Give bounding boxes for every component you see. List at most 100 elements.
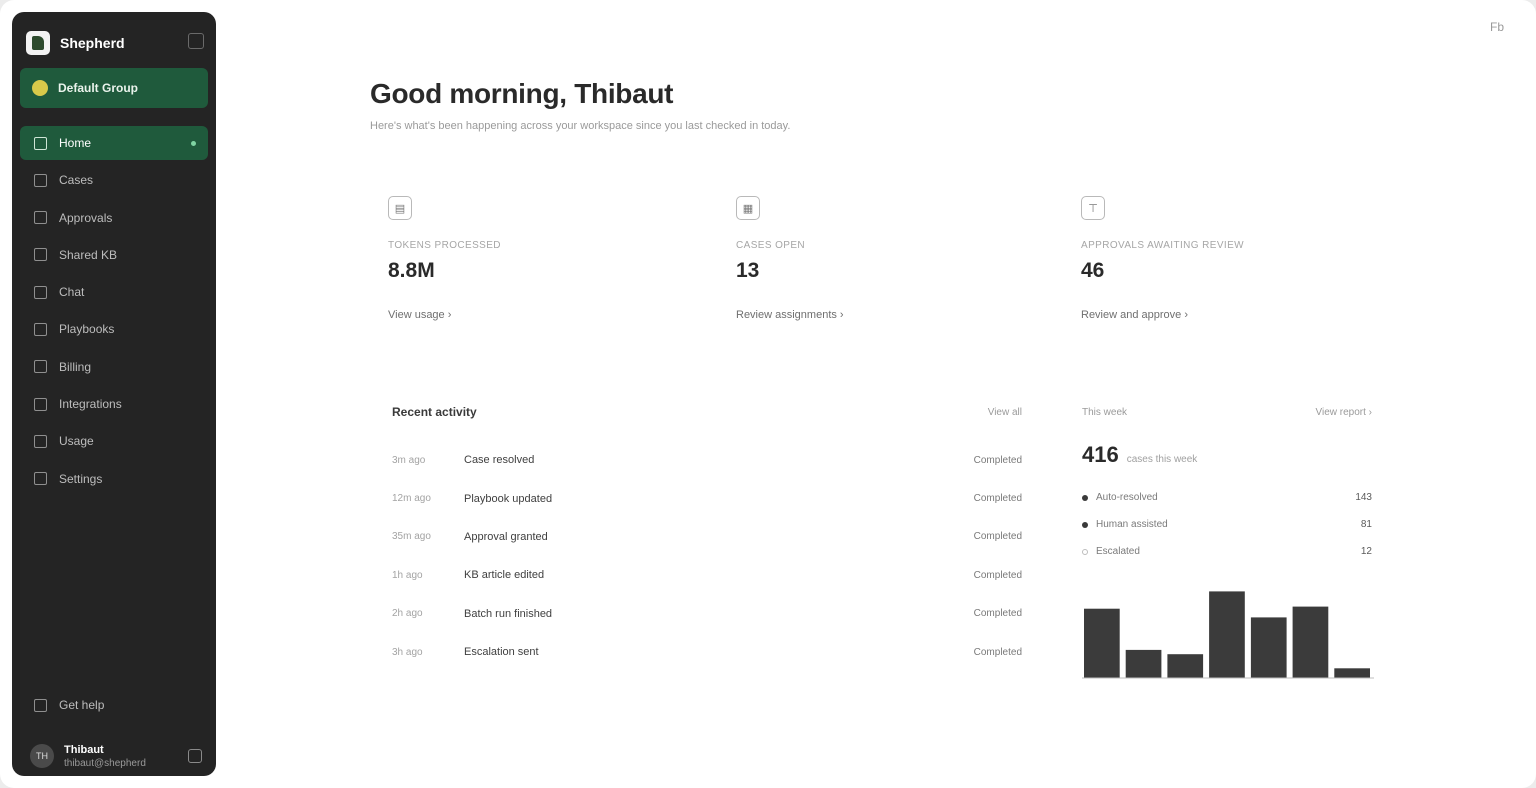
sidebar-item-label: Playbooks — [59, 322, 115, 337]
user-name: Thibaut — [64, 743, 104, 756]
activity-list: 3m ago Case resolved Completed 12m ago P… — [392, 441, 1022, 671]
usage-icon — [34, 434, 47, 448]
legend-label: Auto-resolved — [1096, 492, 1158, 503]
active-indicator — [191, 140, 196, 146]
status-badge: Completed — [973, 646, 1022, 658]
book-icon — [34, 248, 47, 262]
weekly-summary-panel: This week View report › 416 cases this w… — [1082, 402, 1372, 565]
legend-label: Escalated — [1096, 546, 1140, 557]
activity-name: Escalation sent — [464, 646, 539, 659]
status-badge: Completed — [973, 608, 1022, 620]
stat-label: Approvals awaiting review — [1081, 240, 1244, 251]
org-name: Default Group — [58, 81, 138, 95]
activity-name: Approval granted — [464, 530, 548, 543]
billing-icon — [34, 360, 47, 374]
org-switcher[interactable]: Default Group — [20, 68, 208, 108]
activity-time: 12m ago — [392, 493, 431, 505]
legend-dot-icon — [1082, 494, 1088, 501]
corner-action-button[interactable]: Fb — [1490, 20, 1504, 34]
sidebar-item-label: Shared KB — [59, 247, 118, 262]
sidebar-item-settings[interactable]: Settings — [20, 462, 208, 496]
sidebar-item-label: Cases — [59, 173, 94, 188]
legend-dot-icon — [1082, 548, 1088, 555]
user-profile[interactable]: TH Thibaut thibaut@shepherd — [30, 738, 202, 774]
help-link[interactable]: Get help — [34, 698, 104, 712]
avatar: TH — [30, 744, 54, 768]
stat-value: 13 — [736, 259, 760, 282]
stat-card-cases: ▦ Cases open 13 Review assignments › — [736, 196, 1036, 321]
chat-icon — [34, 285, 47, 299]
legend-count: 143 — [1355, 492, 1372, 503]
chart-bar-5 — [1250, 617, 1287, 678]
playbook-icon — [34, 322, 47, 336]
page-subtitle: Here's what's been happening across your… — [370, 120, 791, 132]
sidebar-nav: Home Cases Approvals Shared KB Chat Play… — [20, 126, 208, 499]
stat-card-approvals: ⊤ Approvals awaiting review 46 Review an… — [1081, 196, 1381, 321]
sidebar-item-label: Approvals — [59, 210, 113, 225]
activity-time: 2h ago — [392, 608, 423, 620]
list-item[interactable]: 3m ago Case resolved Completed — [392, 441, 1022, 479]
user-menu-icon[interactable] — [188, 749, 202, 763]
chart-bar-7 — [1334, 668, 1370, 678]
stat-label: Cases open — [736, 240, 806, 251]
sidebar-item-label: Integrations — [59, 397, 122, 412]
list-item[interactable]: 3h ago Escalation sent Completed — [392, 633, 1022, 671]
list-item[interactable]: 1h ago KB article edited Completed — [392, 556, 1022, 594]
stat-value: 46 — [1081, 259, 1105, 282]
home-icon — [34, 136, 47, 150]
panel-caption: cases this week — [1126, 454, 1198, 465]
stat-link[interactable]: Review and approve › — [1081, 309, 1381, 321]
panel-title: This week — [1082, 406, 1128, 418]
sidebar: Shepherd Default Group Home Cases Approv… — [12, 12, 216, 776]
user-info: Thibaut thibaut@shepherd — [64, 744, 146, 769]
sidebar-item-usage[interactable]: Usage — [20, 424, 208, 458]
status-badge: Completed — [973, 493, 1022, 505]
list-item[interactable]: 12m ago Playbook updated Completed — [392, 479, 1022, 517]
integrations-icon — [34, 397, 47, 411]
help-label: Get help — [59, 698, 105, 712]
legend-label: Human assisted — [1096, 519, 1168, 530]
collapse-sidebar-icon[interactable] — [188, 33, 204, 49]
recent-activity: Recent activity View all 3m ago Case res… — [392, 402, 1022, 671]
list-item[interactable]: 35m ago Approval granted Completed — [392, 518, 1022, 556]
weekly-bar-chart — [1082, 591, 1374, 679]
activity-header: Recent activity View all — [392, 402, 1022, 422]
activity-view-all-link[interactable]: View all — [988, 407, 1022, 418]
status-badge: Completed — [973, 531, 1022, 543]
legend-item: Escalated 12 — [1082, 538, 1372, 565]
sidebar-item-billing[interactable]: Billing — [20, 350, 208, 384]
gear-icon — [34, 472, 47, 486]
sidebar-item-playbooks[interactable]: Playbooks — [20, 312, 208, 346]
sidebar-item-label: Home — [59, 136, 92, 150]
user-email: thibaut@shepherd — [64, 757, 146, 769]
sidebar-item-approvals[interactable]: Approvals — [20, 201, 208, 235]
activity-time: 3h ago — [392, 646, 423, 658]
sidebar-item-chat[interactable]: Chat — [20, 275, 208, 309]
list-item[interactable]: 2h ago Batch run finished Completed — [392, 595, 1022, 633]
sidebar-item-integrations[interactable]: Integrations — [20, 387, 208, 421]
panel-header: This week View report › — [1082, 402, 1372, 422]
chart-bar-3 — [1167, 654, 1204, 678]
stat-link[interactable]: View usage › — [388, 309, 688, 321]
chart-bar-4 — [1209, 591, 1245, 678]
chart-bar-6 — [1292, 606, 1329, 678]
stat-card-tokens: ▤ Tokens processed 8.8M View usage › — [388, 196, 688, 321]
legend-count: 81 — [1360, 519, 1372, 530]
status-badge: Completed — [973, 454, 1022, 466]
stat-value: 8.8M — [388, 259, 435, 282]
cases-icon — [34, 173, 47, 187]
sidebar-item-cases[interactable]: Cases — [20, 163, 208, 197]
activity-time: 35m ago — [392, 531, 431, 543]
app-window: Shepherd Default Group Home Cases Approv… — [0, 0, 1536, 788]
activity-name: Case resolved — [464, 454, 535, 467]
help-icon — [34, 698, 47, 712]
chart-icon: ▤ — [388, 196, 412, 220]
sidebar-item-home[interactable]: Home — [20, 126, 208, 160]
panel-report-link[interactable]: View report › — [1315, 407, 1372, 418]
activity-title: Recent activity — [392, 405, 477, 419]
brand[interactable]: Shepherd — [26, 30, 125, 56]
sidebar-item-shared-kb[interactable]: Shared KB — [20, 238, 208, 272]
stat-link[interactable]: Review assignments › — [736, 309, 1036, 321]
activity-time: 3m ago — [392, 454, 426, 466]
legend-item: Auto-resolved 143 — [1082, 484, 1372, 511]
